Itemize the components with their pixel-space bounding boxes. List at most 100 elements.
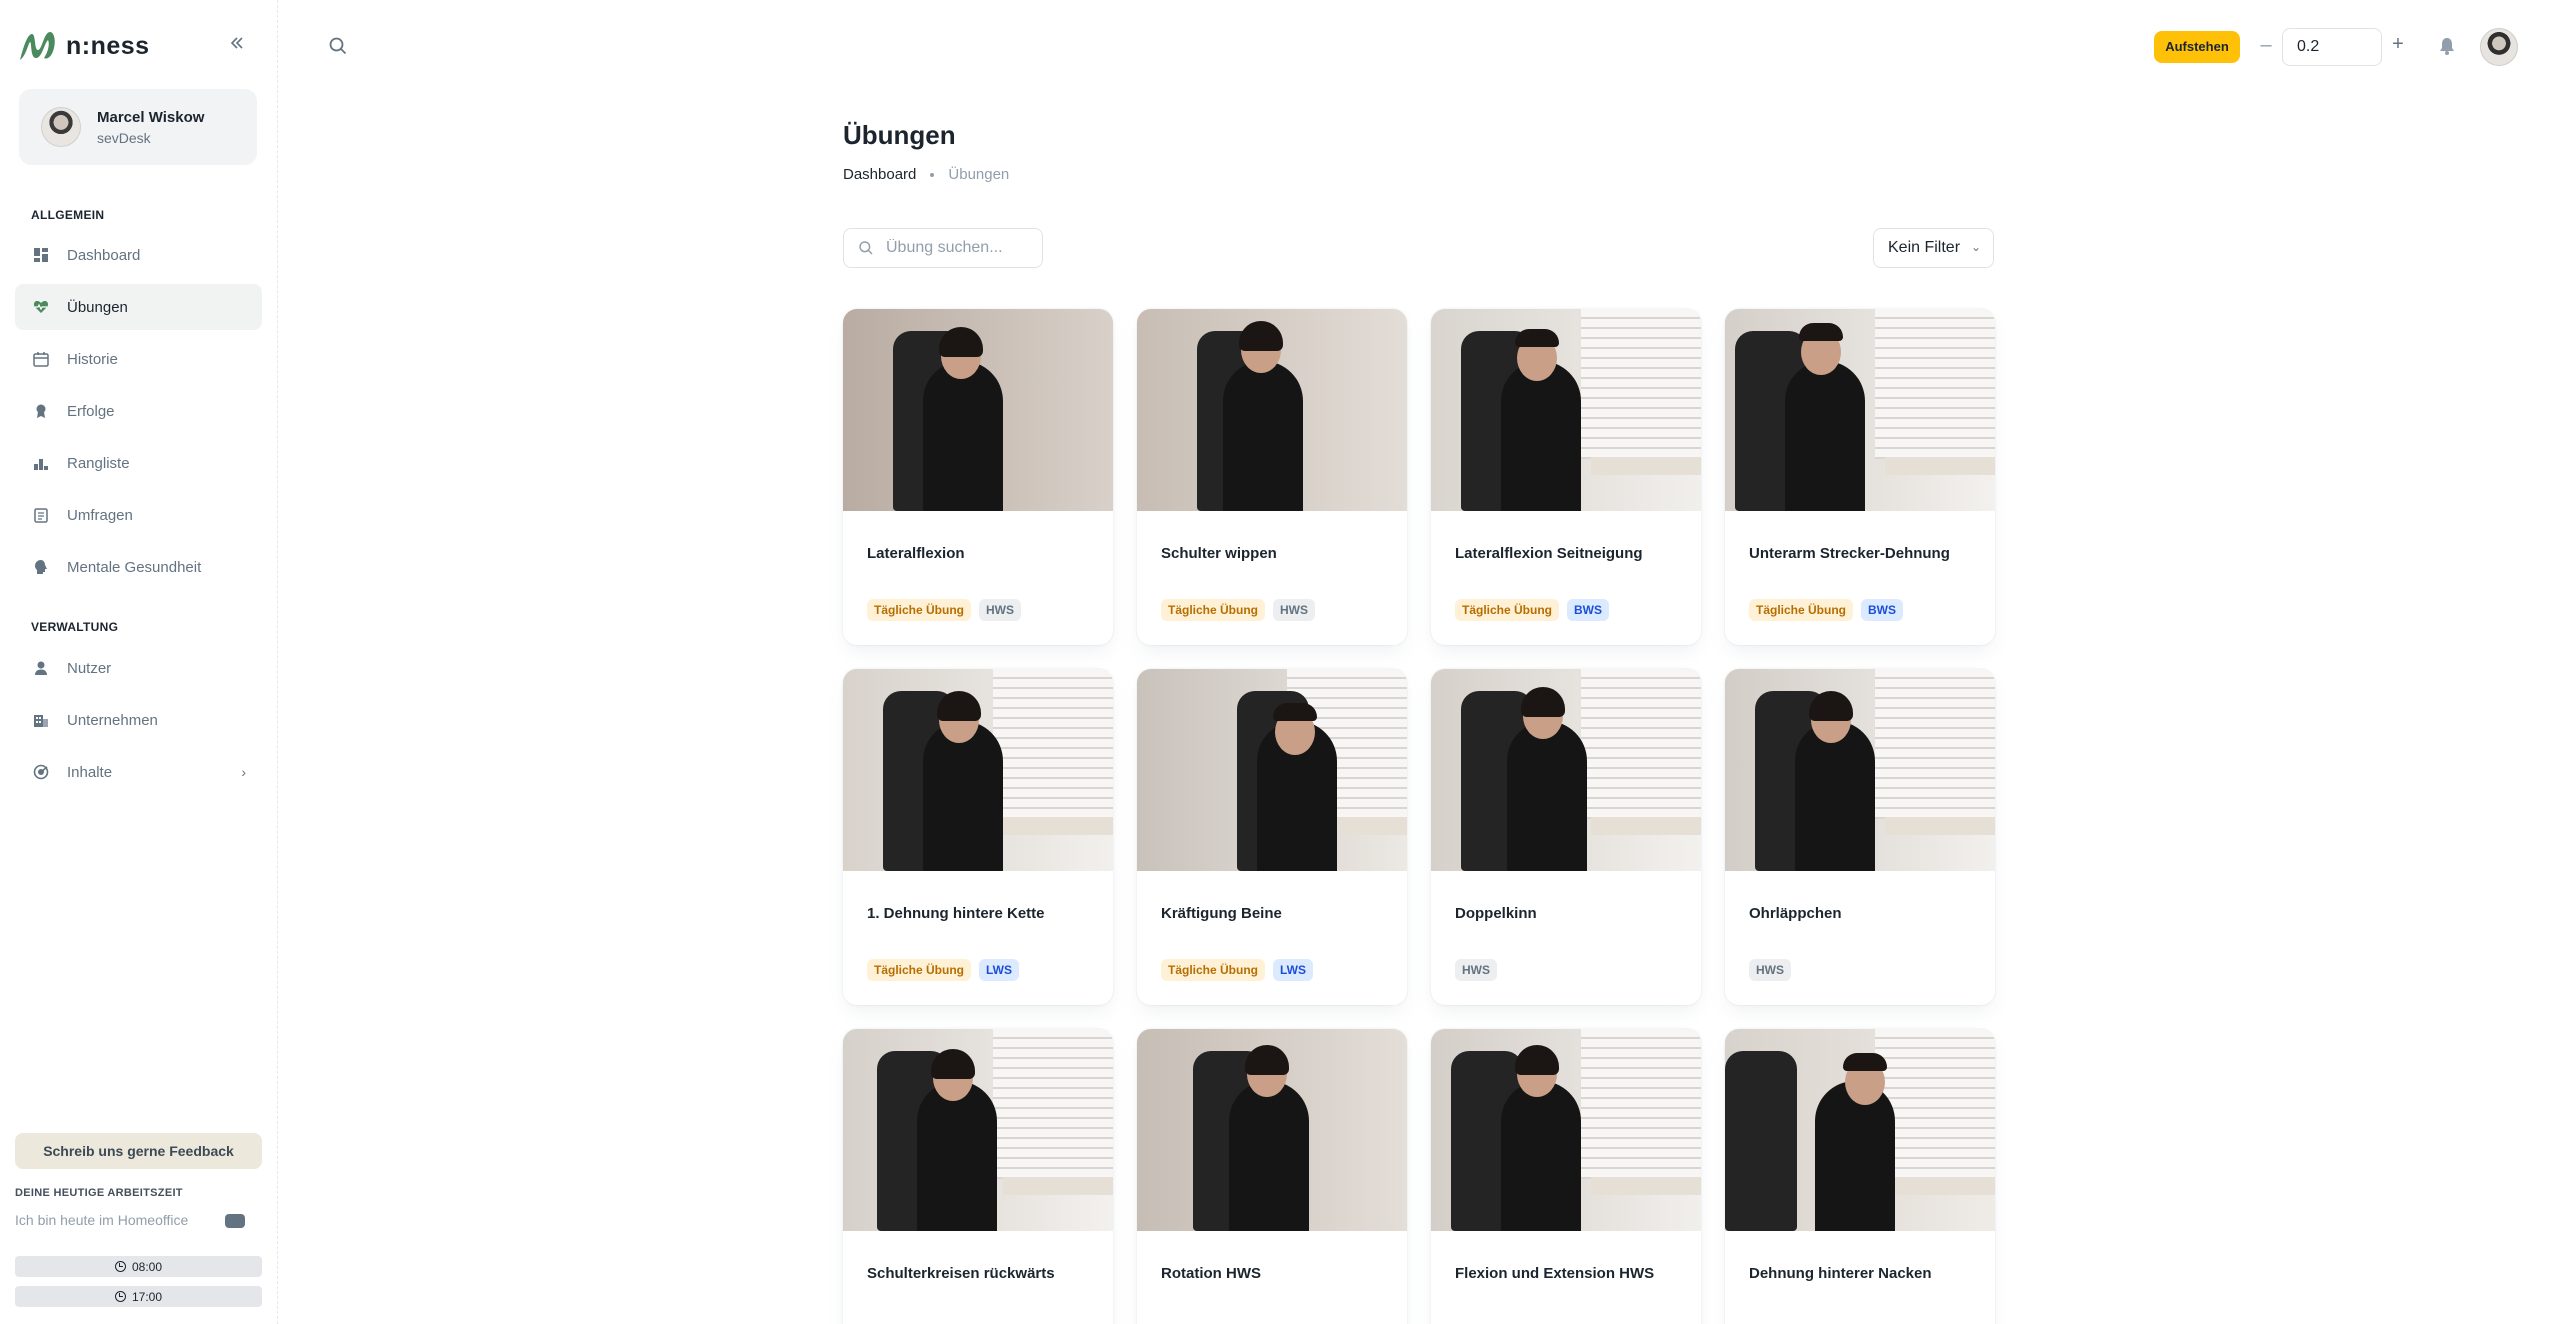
exercise-card[interactable]: Unterarm Strecker-Dehnung Tägliche Übung B…	[1725, 309, 1995, 645]
exercise-title: Kräftigung Beine	[1161, 905, 1282, 922]
exercise-card[interactable]: Rotation HWS	[1137, 1029, 1407, 1324]
worktime-start[interactable]: 08:00	[15, 1256, 262, 1277]
heart-pulse-icon	[33, 299, 49, 315]
chevron-down-icon: ⌄	[1970, 240, 1981, 254]
sidebar: n:ness Marcel Wiskow sevDesk ALLGEMEIN D…	[0, 0, 278, 1324]
homeoffice-toggle[interactable]	[225, 1214, 245, 1228]
exercise-image	[1431, 309, 1701, 511]
medal-icon	[33, 403, 49, 419]
exercise-tags: Tägliche Übung BWS	[1749, 599, 1903, 621]
nav-section-admin: VERWALTUNG	[31, 620, 119, 634]
worktime-title: DEINE HEUTIGE ARBEITSZEIT	[15, 1187, 183, 1199]
exercise-card[interactable]: Ohrläppchen HWS	[1725, 669, 1995, 1005]
search-icon	[859, 241, 873, 255]
notifications-button[interactable]	[2437, 36, 2457, 56]
exercise-card[interactable]: Flexion und Extension HWS	[1431, 1029, 1701, 1324]
exercise-tags: HWS	[1455, 959, 1497, 981]
breadcrumb-separator	[930, 172, 935, 177]
exercise-card[interactable]: Schulter wippen Tägliche Übung HWS	[1137, 309, 1407, 645]
worktime-start-value: 08:00	[131, 1259, 163, 1274]
stepper-increment-button[interactable]: +	[2390, 33, 2406, 56]
leaderboard-icon	[33, 455, 49, 471]
exercise-tag: Tägliche Übung	[867, 959, 971, 981]
feedback-button[interactable]: Schreib uns gerne Feedback	[15, 1133, 262, 1169]
sidebar-item-historie[interactable]: Historie	[15, 336, 262, 382]
exercise-tag: HWS	[979, 599, 1021, 621]
sidebar-item-inhalte[interactable]: Inhalte ›	[15, 749, 262, 795]
worktime-end[interactable]: 17:00	[15, 1286, 262, 1307]
nav-section-general: ALLGEMEIN	[31, 208, 105, 222]
filter-select[interactable]: Kein Filter ⌄	[1873, 228, 1994, 268]
brand-logo[interactable]: n:ness	[18, 30, 150, 62]
sidebar-item-label: Übungen	[67, 298, 128, 316]
exercise-card[interactable]: Kräftigung Beine Tägliche Übung LWS	[1137, 669, 1407, 1005]
stepper-input[interactable]	[2282, 28, 2382, 66]
sidebar-item-label: Umfragen	[67, 506, 133, 524]
exercise-card[interactable]: Lateralflexion Seitneigung Tägliche Übung…	[1431, 309, 1701, 645]
account-company: sevDesk	[97, 129, 151, 146]
sidebar-item-label: Mentale Gesundheit	[67, 558, 202, 576]
exercise-image	[843, 309, 1113, 511]
exercise-search[interactable]	[843, 228, 1043, 268]
sidebar-item-label: Unternehmen	[67, 711, 158, 729]
avatar	[41, 107, 81, 147]
exercise-tag: LWS	[979, 959, 1019, 981]
clock-icon	[114, 1291, 126, 1302]
exercise-title: Dehnung hinterer Nacken	[1749, 1265, 1932, 1282]
exercise-tag: Tägliche Übung	[1749, 599, 1853, 621]
double-chevron-left-icon	[230, 37, 243, 49]
search-icon	[329, 37, 347, 55]
search-input[interactable]	[886, 239, 1016, 257]
breadcrumb-dashboard[interactable]: Dashboard	[843, 166, 916, 183]
sidebar-item-label: Inhalte	[67, 763, 113, 781]
exercise-card[interactable]: Doppelkinn HWS	[1431, 669, 1701, 1005]
exercise-tags: Tägliche Übung HWS	[867, 599, 1021, 621]
sidebar-item-mentale-gesundheit[interactable]: Mentale Gesundheit	[15, 544, 262, 590]
exercise-title: Lateralflexion	[867, 545, 965, 562]
exercise-tags: Tägliche Übung HWS	[1161, 599, 1315, 621]
exercise-title: Lateralflexion Seitneigung	[1455, 545, 1643, 562]
content-icon	[33, 764, 49, 780]
collapse-sidebar-button[interactable]	[226, 34, 248, 56]
standup-button[interactable]: Aufstehen	[2154, 31, 2240, 63]
account-name: Marcel Wiskow	[97, 108, 205, 126]
exercise-image	[1725, 1029, 1995, 1231]
exercise-title: Schulter wippen	[1161, 545, 1277, 562]
exercise-title: Ohrläppchen	[1749, 905, 1842, 922]
sidebar-item-label: Dashboard	[67, 246, 141, 264]
sidebar-item-erfolge[interactable]: Erfolge	[15, 388, 262, 434]
exercise-tag: HWS	[1749, 959, 1791, 981]
stepper-decrement-button[interactable]: –	[2258, 34, 2274, 57]
exercise-card[interactable]: Lateralflexion Tägliche Übung HWS	[843, 309, 1113, 645]
exercise-card[interactable]: Dehnung hinterer Nacken	[1725, 1029, 1995, 1324]
chevron-right-icon: ›	[241, 764, 246, 780]
exercise-title: Doppelkinn	[1455, 905, 1537, 922]
account-card[interactable]: Marcel Wiskow sevDesk	[19, 89, 257, 165]
sidebar-item-unternehmen[interactable]: Unternehmen	[15, 697, 262, 743]
breadcrumb: Dashboard Übungen	[843, 166, 1009, 183]
sidebar-item-uebungen[interactable]: Übungen	[15, 284, 262, 330]
sidebar-item-rangliste[interactable]: Rangliste	[15, 440, 262, 486]
user-avatar-button[interactable]	[2480, 28, 2518, 66]
bell-icon	[2440, 38, 2454, 55]
exercise-image	[1725, 669, 1995, 871]
exercise-title: Schulterkreisen rückwärts	[867, 1265, 1055, 1282]
header-search-button[interactable]	[328, 36, 348, 56]
worktime-end-value: 17:00	[131, 1289, 163, 1304]
sidebar-item-umfragen[interactable]: Umfragen	[15, 492, 262, 538]
exercise-grid: Lateralflexion Tägliche Übung HWS Schulter …	[843, 309, 1995, 1324]
dashboard-icon	[33, 247, 49, 263]
sidebar-item-nutzer[interactable]: Nutzer	[15, 645, 262, 691]
exercise-card[interactable]: 1. Dehnung hintere Kette Tägliche Übung LW…	[843, 669, 1113, 1005]
sidebar-item-dashboard[interactable]: Dashboard	[15, 232, 262, 278]
clipboard-icon	[33, 507, 49, 523]
exercise-tag: HWS	[1455, 959, 1497, 981]
exercise-image	[1431, 1029, 1701, 1231]
exercise-card[interactable]: Schulterkreisen rückwärts	[843, 1029, 1113, 1324]
exercise-tag: Tägliche Übung	[1161, 599, 1265, 621]
breadcrumb-current: Übungen	[948, 166, 1010, 183]
page-title: Übungen	[843, 120, 956, 150]
exercise-title: Unterarm Strecker-Dehnung	[1749, 545, 1950, 562]
exercise-tag: Tägliche Übung	[1161, 959, 1265, 981]
homeoffice-label: Ich bin heute im Homeoffice	[15, 1212, 189, 1228]
